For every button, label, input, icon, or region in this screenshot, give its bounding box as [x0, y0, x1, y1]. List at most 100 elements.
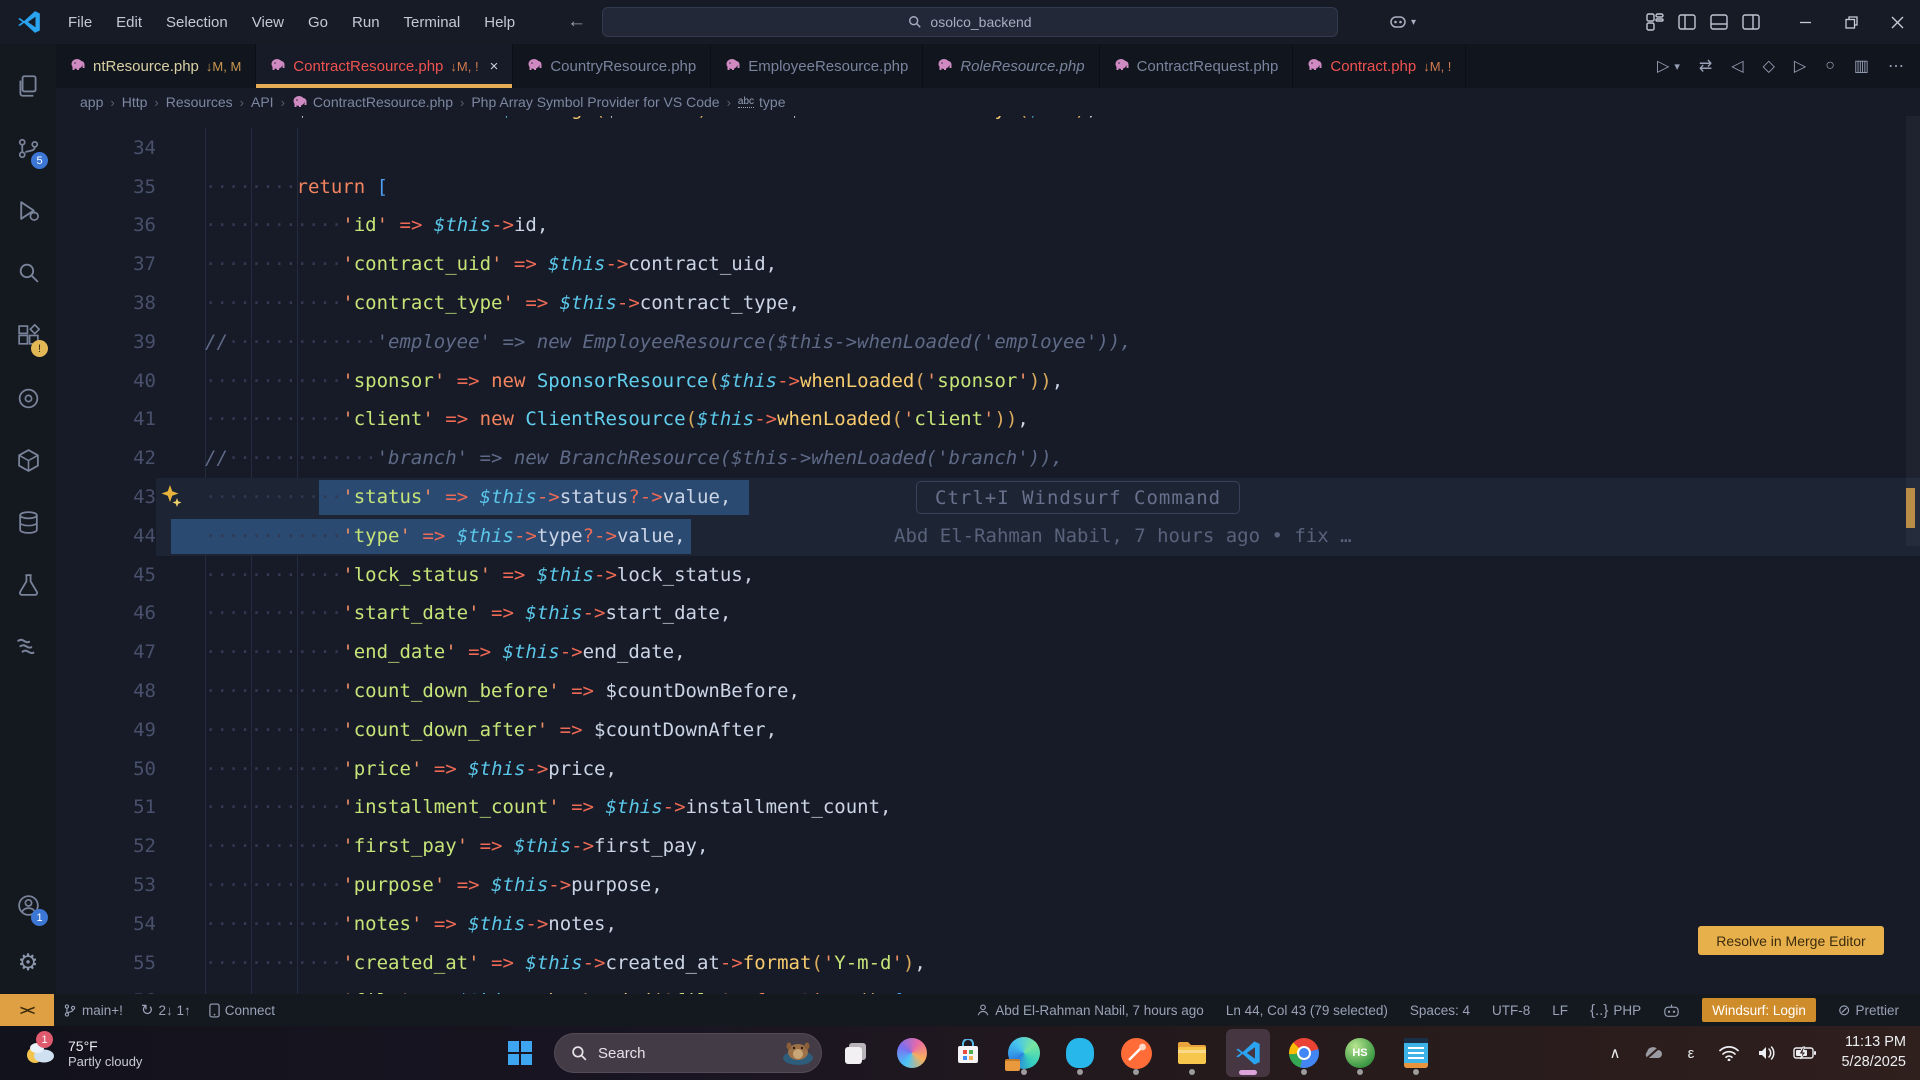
- volume-icon[interactable]: [1752, 1033, 1782, 1073]
- status-windsurf-login[interactable]: Windsurf: Login: [1693, 994, 1825, 1026]
- menu-item-help[interactable]: Help: [472, 9, 527, 36]
- explorer-icon[interactable]: [0, 61, 56, 111]
- next-change-icon[interactable]: ▷: [1794, 56, 1806, 76]
- scrollbar[interactable]: [1906, 116, 1920, 546]
- run-button[interactable]: ▷: [1657, 56, 1669, 76]
- toggle-panel-icon[interactable]: [1710, 13, 1728, 31]
- timeline-icon[interactable]: ○: [1825, 57, 1835, 75]
- tab-contractrequest-php[interactable]: ContractRequest.php: [1100, 44, 1294, 88]
- menu-item-selection[interactable]: Selection: [154, 9, 240, 36]
- windsurf-icon[interactable]: [0, 619, 56, 669]
- remote-indicator[interactable]: ><: [0, 994, 54, 1026]
- tab-contract-php[interactable]: Contract.php↓M, !: [1293, 44, 1466, 88]
- language-indicator[interactable]: ε: [1676, 1033, 1706, 1073]
- code-text: ········$countDownAfter = $now->gt($endD…: [205, 116, 1098, 129]
- split-editor-icon[interactable]: ▥: [1854, 56, 1869, 76]
- status-copilot-status[interactable]: [1654, 994, 1689, 1026]
- tab-ntresource-php[interactable]: ntResource.php↓M, M: [56, 44, 256, 88]
- resolve-in-merge-editor-button[interactable]: Resolve in Merge Editor: [1698, 926, 1884, 955]
- breadcrumb-item-6[interactable]: abctype: [738, 94, 786, 110]
- tab-contractresource-php[interactable]: ContractResource.php↓M, !×: [256, 44, 513, 88]
- menu-item-view[interactable]: View: [240, 9, 296, 36]
- taskbar-app-edge[interactable]: [1002, 1029, 1046, 1077]
- status-indentation[interactable]: Spaces: 4: [1401, 994, 1479, 1026]
- robot-icon: [1663, 1003, 1680, 1018]
- customize-layout-icon[interactable]: [1646, 13, 1664, 31]
- breadcrumb-item-3[interactable]: API: [251, 94, 274, 110]
- more-actions-icon[interactable]: ⋯: [1888, 56, 1904, 76]
- source-control-icon[interactable]: 5: [0, 123, 56, 173]
- taskbar-app-chrome[interactable]: [1282, 1029, 1326, 1077]
- search-icon[interactable]: [0, 247, 56, 297]
- code-line-53: 53············'purpose' => $this->purpos…: [56, 866, 1920, 905]
- status-device-connect[interactable]: Connect: [200, 994, 284, 1026]
- current-change-icon[interactable]: ◇: [1763, 56, 1775, 76]
- close-tab-icon[interactable]: ×: [490, 58, 499, 75]
- status-git-sync[interactable]: ↻2↓ 1↑: [132, 994, 200, 1026]
- status-blame-author[interactable]: Abd El-Rahman Nabil, 7 hours ago: [967, 994, 1213, 1026]
- taskbar-app-task-view[interactable]: [834, 1029, 878, 1077]
- tab-employeeresource-php[interactable]: EmployeeResource.php: [711, 44, 923, 88]
- taskbar-app-postman[interactable]: [1114, 1029, 1158, 1077]
- weather-widget[interactable]: 1 75°F Partly cloudy: [12, 1026, 152, 1080]
- command-center-search[interactable]: osolco_backend: [602, 7, 1338, 37]
- taskbar-app-copilot[interactable]: [890, 1029, 934, 1077]
- breadcrumb-item-0[interactable]: app: [80, 94, 103, 110]
- taskbar-app-vscode[interactable]: [1226, 1029, 1270, 1077]
- clock[interactable]: 11:13 PM 5/28/2025: [1828, 1033, 1906, 1072]
- menu-item-go[interactable]: Go: [296, 9, 340, 36]
- taskbar-app-microsoft-store[interactable]: [946, 1029, 990, 1077]
- close-button[interactable]: [1874, 0, 1920, 44]
- code-editor[interactable]: 33········$countDownAfter = $now->gt($en…: [56, 116, 1920, 994]
- wifi-icon[interactable]: [1714, 1033, 1744, 1073]
- settings-icon[interactable]: ⚙: [0, 937, 56, 987]
- status-git-branch[interactable]: main+!: [54, 994, 132, 1026]
- previous-change-icon[interactable]: ◁: [1731, 56, 1743, 76]
- status-eol[interactable]: LF: [1543, 994, 1577, 1026]
- code-text: ············'count_down_after' => $count…: [205, 711, 777, 750]
- status-encoding[interactable]: UTF-8: [1483, 994, 1539, 1026]
- status-formatter[interactable]: ⊘Prettier: [1829, 994, 1908, 1026]
- running-indicator: [1189, 1069, 1195, 1075]
- php-file-icon: [270, 57, 286, 75]
- menu-item-terminal[interactable]: Terminal: [392, 9, 473, 36]
- remote-explorer-icon[interactable]: [0, 373, 56, 423]
- breadcrumb-item-2[interactable]: Resources: [166, 94, 233, 110]
- compare-changes-icon[interactable]: ⇄: [1699, 56, 1712, 76]
- taskbar-app-windows-start[interactable]: [498, 1029, 542, 1077]
- minimize-button[interactable]: [1782, 0, 1828, 44]
- account-icon[interactable]: 1: [0, 880, 56, 930]
- database-icon[interactable]: [0, 497, 56, 547]
- breadcrumb-item-4[interactable]: ContractResource.php: [292, 94, 453, 111]
- status-cursor-position[interactable]: Ln 44, Col 43 (79 selected): [1217, 994, 1397, 1026]
- code-text: ············'start_date' => $this->start…: [205, 594, 731, 633]
- battery-icon[interactable]: [1790, 1033, 1820, 1073]
- menu-item-file[interactable]: File: [56, 9, 104, 36]
- extensions-icon[interactable]: !: [0, 311, 56, 361]
- code-text: ········return [: [205, 168, 388, 207]
- breadcrumb-item-5[interactable]: Php Array Symbol Provider for VS Code: [471, 94, 719, 110]
- menu-item-run[interactable]: Run: [340, 9, 392, 36]
- breadcrumb-item-1[interactable]: Http: [122, 94, 148, 110]
- back-arrow-icon[interactable]: ←: [567, 11, 586, 33]
- tab-countryresource-php[interactable]: CountryResource.php: [513, 44, 711, 88]
- toggle-secondary-sidebar-icon[interactable]: [1742, 13, 1760, 31]
- status-language-mode[interactable]: {..}PHP: [1581, 994, 1650, 1026]
- code-line-43: 43············'status' => $this->status?…: [56, 478, 1920, 517]
- toggle-sidebar-icon[interactable]: [1678, 13, 1696, 31]
- copilot-menu[interactable]: ▾: [1388, 12, 1416, 32]
- taskbar-app-file-explorer[interactable]: [1170, 1029, 1214, 1077]
- taskbar-search[interactable]: Search: [554, 1033, 822, 1073]
- menu-item-edit[interactable]: Edit: [104, 9, 154, 36]
- tab-roleresource-php[interactable]: RoleResource.php: [923, 44, 1099, 88]
- restore-button[interactable]: [1828, 0, 1874, 44]
- run-dropdown-icon[interactable]: ▾: [1674, 60, 1680, 73]
- taskbar-app-blue-app[interactable]: [1058, 1029, 1102, 1077]
- testing-icon[interactable]: [0, 559, 56, 609]
- taskbar-app-heidisql[interactable]: HS: [1338, 1029, 1382, 1077]
- package-icon[interactable]: [0, 435, 56, 485]
- onedrive-paused-icon[interactable]: [1638, 1033, 1668, 1073]
- taskbar-app-notepad[interactable]: [1394, 1029, 1438, 1077]
- run-debug-icon[interactable]: [0, 185, 56, 235]
- tray-chevron-icon[interactable]: ∧: [1600, 1033, 1630, 1073]
